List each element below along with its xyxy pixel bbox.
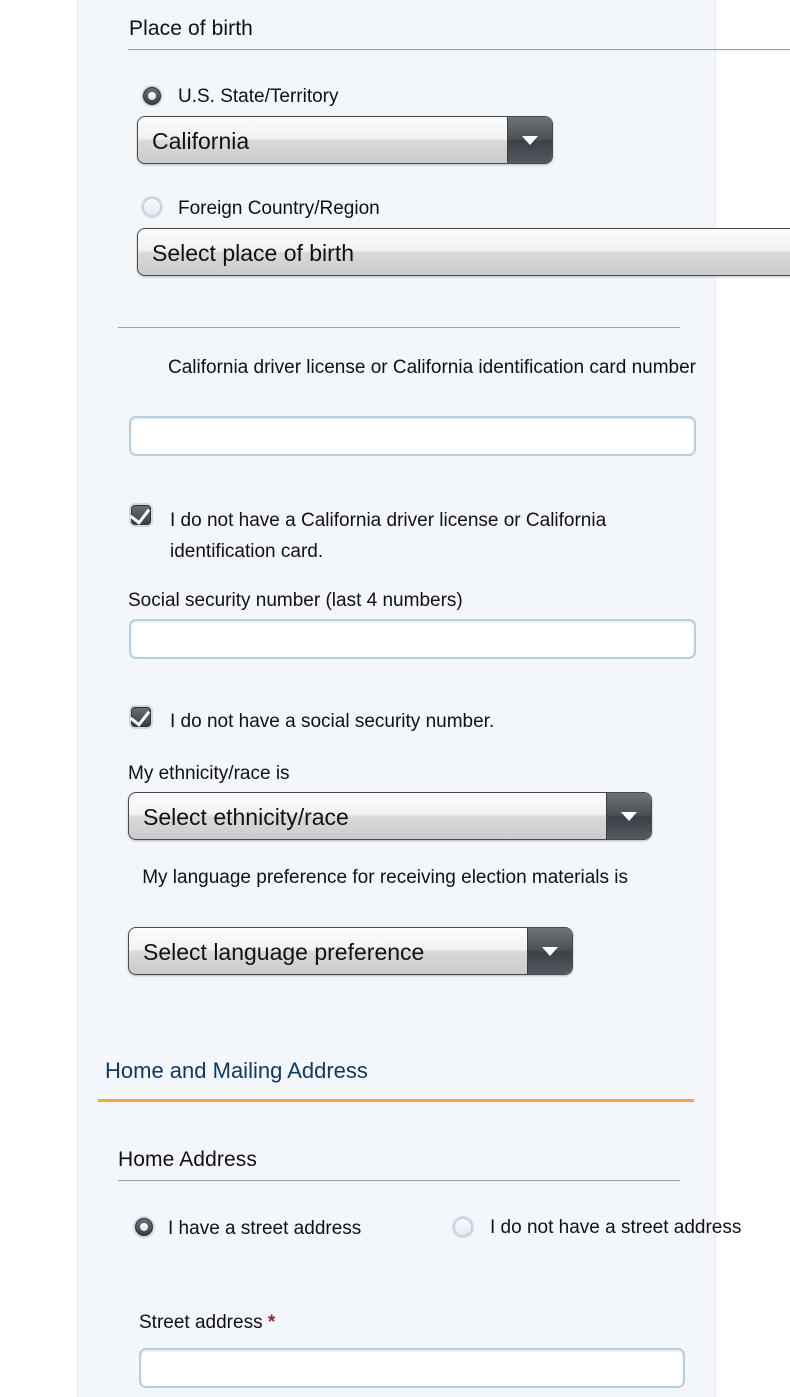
driver-license-input[interactable]: [129, 416, 696, 456]
radio-dot: [140, 1223, 148, 1231]
ethnicity-select[interactable]: Select ethnicity/race: [128, 792, 652, 840]
street-address-label: Street address *: [139, 1308, 275, 1338]
radio-label-us-state-territory: U.S. State/Territory: [178, 86, 339, 107]
home-address-heading-rule: [118, 1180, 680, 1181]
street-address-input[interactable]: [139, 1348, 685, 1388]
checkbox-label-no-driver-license: I do not have a California driver licens…: [170, 510, 607, 562]
radio-have-street-address[interactable]: [133, 1216, 155, 1238]
language-preference-select[interactable]: Select language preference: [128, 927, 573, 975]
foreign-place-of-birth-select-value: Select place of birth: [152, 240, 355, 266]
radio-label-have-street-address: I have a street address: [168, 1218, 362, 1239]
home-and-mailing-address-heading: Home and Mailing Address: [105, 1058, 368, 1083]
radio-label-foreign-country-region: Foreign Country/Region: [178, 198, 380, 219]
foreign-place-of-birth-select[interactable]: Select place of birth: [137, 228, 790, 276]
section-divider: [118, 327, 680, 328]
registration-form-panel: Place of birth: [77, 0, 716, 1397]
street-address-label-text: Street address: [139, 1312, 263, 1333]
checkbox-label-no-ssn: I do not have a social security number.: [170, 711, 495, 732]
place-of-birth-heading: Place of birth: [129, 17, 253, 40]
chevron-down-icon[interactable]: [527, 928, 572, 974]
checkbox-no-driver-license[interactable]: [129, 503, 153, 527]
place-of-birth-heading-rule: [128, 49, 790, 50]
state-territory-select[interactable]: California: [137, 116, 553, 164]
radio-disc: [454, 1218, 472, 1236]
language-preference-select-value: Select language preference: [143, 939, 425, 965]
required-marker: *: [267, 1312, 276, 1333]
language-preference-label: My language preference for receiving ele…: [142, 867, 628, 888]
ethnicity-label: My ethnicity/race is: [128, 763, 290, 784]
driver-license-label: California driver license or California …: [167, 357, 696, 378]
home-and-mailing-address-rule: [98, 1099, 694, 1102]
ssn-label: Social security number (last 4 numbers): [128, 590, 463, 611]
radio-disc: [143, 198, 161, 216]
state-territory-select-value: California: [152, 128, 250, 154]
checkbox-no-ssn[interactable]: [129, 705, 153, 729]
ssn-input[interactable]: [129, 619, 696, 659]
radio-us-state-territory[interactable]: [141, 85, 163, 107]
chevron-down-icon[interactable]: [606, 793, 651, 839]
radio-dot: [148, 92, 156, 100]
radio-foreign-country-region[interactable]: [141, 196, 163, 218]
home-address-heading: Home Address: [118, 1148, 257, 1171]
radio-no-street-address[interactable]: [452, 1216, 474, 1238]
radio-label-no-street-address: I do not have a street address: [490, 1217, 742, 1238]
ethnicity-select-value: Select ethnicity/race: [143, 804, 349, 830]
chevron-down-icon[interactable]: [507, 117, 552, 163]
